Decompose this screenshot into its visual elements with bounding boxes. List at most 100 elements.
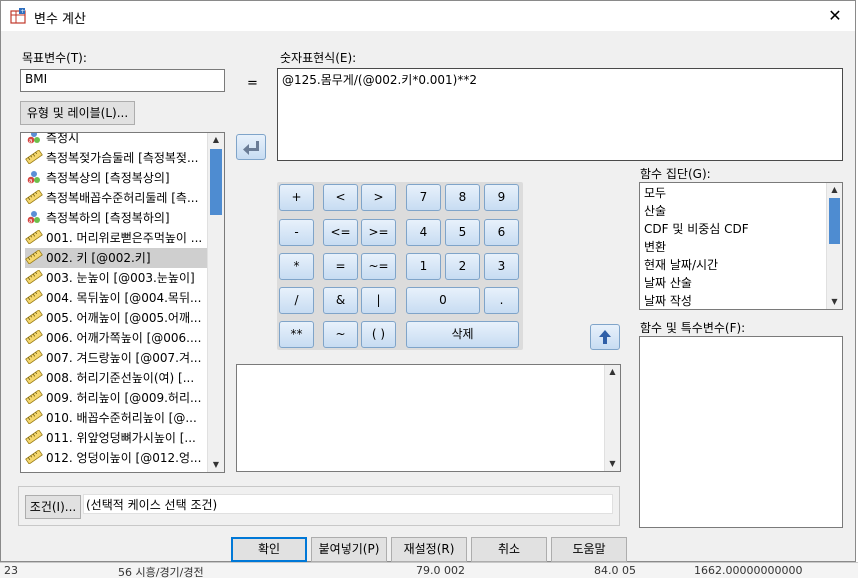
svg-text:a: a: [29, 137, 33, 144]
numeric-expression-input[interactable]: @125.몸무게/(@002.키*0.001)**2: [277, 68, 843, 161]
scroll-down-icon[interactable]: ▼: [605, 457, 620, 471]
keypad-button[interactable]: 9: [484, 184, 519, 211]
bg-cell: 79.0 002: [416, 564, 465, 577]
list-item[interactable]: 010. 배꼽수준허리높이 [@...: [25, 408, 207, 428]
move-to-expression-button[interactable]: [236, 134, 266, 160]
keypad-button[interactable]: =: [323, 253, 358, 280]
variable-list-scrollbar[interactable]: ▲ ▼: [207, 133, 224, 472]
list-item[interactable]: 008. 허리기준선높이(여) [...: [25, 368, 207, 388]
keypad-button[interactable]: 7: [406, 184, 441, 211]
variable-label: 011. 위앞엉덩뼈가시높이 [...: [46, 431, 196, 445]
keypad-button[interactable]: .: [484, 287, 519, 314]
list-item[interactable]: 변환: [644, 238, 666, 256]
keypad-button[interactable]: ( ): [361, 321, 396, 348]
keypad-button[interactable]: 1: [406, 253, 441, 280]
keypad-button[interactable]: 0: [406, 287, 480, 314]
numeric-expression-label: 숫자표현식(E):: [280, 51, 357, 65]
variable-label: 003. 눈높이 [@003.눈높이]: [46, 271, 195, 285]
cancel-button[interactable]: 취소: [471, 537, 547, 562]
keypad-button[interactable]: &: [323, 287, 358, 314]
list-item[interactable]: 측정복배꼽수준허리둘레 [측...: [25, 188, 207, 208]
list-item[interactable]: 모두: [644, 184, 666, 202]
ruler-icon: [25, 328, 46, 348]
variable-label: 002. 키 [@002.키]: [46, 251, 151, 265]
list-item[interactable]: 006. 어깨가쪽높이 [@006....: [25, 328, 207, 348]
variable-label: 측정복상의 [측정복상의]: [46, 171, 170, 185]
keypad-button[interactable]: ~=: [361, 253, 396, 280]
ok-button[interactable]: 확인: [231, 537, 307, 562]
description-scrollbar[interactable]: ▲ ▼: [604, 365, 620, 471]
paste-button[interactable]: 붙여넣기(P): [311, 537, 387, 562]
help-button[interactable]: 도움말: [551, 537, 627, 562]
keypad-button[interactable]: **: [279, 321, 314, 348]
keypad-button[interactable]: >: [361, 184, 396, 211]
reset-button[interactable]: 재설정(R): [391, 537, 467, 562]
keypad-button[interactable]: *: [279, 253, 314, 280]
ruler-icon: [25, 228, 46, 248]
variable-label: 측정복하의 [측정복하의]: [46, 211, 170, 225]
list-item[interactable]: 산술: [644, 202, 666, 220]
list-item[interactable]: 011. 위앞엉덩뼈가시높이 [...: [25, 428, 207, 448]
list-item[interactable]: 007. 겨드랑높이 [@007.겨...: [25, 348, 207, 368]
scroll-thumb[interactable]: [829, 198, 840, 244]
keypad-button[interactable]: +: [279, 184, 314, 211]
list-item[interactable]: 002. 키 [@002.키]: [25, 248, 207, 268]
function-group-list[interactable]: 모두 산술 CDF 및 비중심 CDF 변환 현재 날짜/시간 날짜 산술 날짜 작성 ▲ …: [639, 182, 843, 310]
scroll-up-icon[interactable]: ▲: [827, 183, 842, 197]
target-variable-input[interactable]: BMI: [20, 69, 225, 92]
list-item[interactable]: a 측정시: [25, 133, 207, 148]
arrow-up-icon: [599, 330, 611, 344]
scroll-up-icon[interactable]: ▲: [208, 133, 224, 147]
list-item[interactable]: CDF 및 비중심 CDF: [644, 220, 749, 238]
arrow-left-icon: [243, 141, 259, 155]
list-item[interactable]: a 측정복하의 [측정복하의]: [25, 208, 207, 228]
variable-list[interactable]: a 측정시 측정복젖가슴둘레 [측정복젖... a 측정복상의 [측정복상의] 측정복배꼽…: [20, 132, 225, 473]
keypad-button[interactable]: /: [279, 287, 314, 314]
scroll-thumb[interactable]: [210, 149, 222, 215]
keypad-button[interactable]: -: [279, 219, 314, 246]
functions-list[interactable]: [639, 336, 843, 528]
keypad-button[interactable]: 4: [406, 219, 441, 246]
type-and-label-button[interactable]: 유형 및 레이블(L)...: [20, 101, 135, 125]
bg-cell: 23: [4, 564, 18, 577]
keypad-button[interactable]: |: [361, 287, 396, 314]
scroll-up-icon[interactable]: ▲: [605, 365, 620, 379]
list-item[interactable]: 날짜 작성: [644, 292, 692, 309]
list-item[interactable]: 003. 눈높이 [@003.눈높이]: [25, 268, 207, 288]
keypad-button[interactable]: 8: [445, 184, 480, 211]
svg-text:+: +: [20, 8, 25, 15]
list-item[interactable]: 현재 날짜/시간: [644, 256, 718, 274]
equals-sign: =: [247, 76, 258, 91]
keypad-button[interactable]: 3: [484, 253, 519, 280]
ruler-icon: [25, 388, 46, 408]
variable-label: 006. 어깨가쪽높이 [@006....: [46, 331, 202, 345]
variable-label: 010. 배꼽수준허리높이 [@...: [46, 411, 197, 425]
list-item[interactable]: 측정복젖가슴둘레 [측정복젖...: [25, 148, 207, 168]
keypad-button[interactable]: 5: [445, 219, 480, 246]
list-item[interactable]: 001. 머리위로뻗은주먹높이 ...: [25, 228, 207, 248]
close-button[interactable]: ✕: [821, 4, 849, 28]
list-item[interactable]: 012. 엉덩이높이 [@012.엉...: [25, 448, 207, 468]
if-condition-button[interactable]: 조건(I)...: [25, 495, 81, 519]
function-group-scrollbar[interactable]: ▲ ▼: [826, 183, 842, 309]
list-item[interactable]: a 측정복상의 [측정복상의]: [25, 168, 207, 188]
list-item[interactable]: 004. 목뒤높이 [@004.목뒤...: [25, 288, 207, 308]
keypad-button[interactable]: 2: [445, 253, 480, 280]
bg-cell: 84.0 05: [594, 564, 636, 577]
keypad-button[interactable]: 6: [484, 219, 519, 246]
list-item[interactable]: 날짜 산술: [644, 274, 692, 292]
function-group-label: 함수 집단(G):: [640, 167, 711, 181]
list-item[interactable]: 009. 허리높이 [@009.허리...: [25, 388, 207, 408]
close-icon[interactable]: ✕: [828, 6, 841, 25]
keypad-button[interactable]: <: [323, 184, 358, 211]
keypad-button[interactable]: 삭제: [406, 321, 519, 348]
list-item[interactable]: 005. 어깨높이 [@005.어깨...: [25, 308, 207, 328]
keypad-button[interactable]: <=: [323, 219, 358, 246]
nominal-icon: a: [25, 208, 46, 228]
scroll-down-icon[interactable]: ▼: [827, 295, 842, 309]
functions-label: 함수 및 특수변수(F):: [640, 321, 746, 335]
insert-function-button[interactable]: [590, 324, 620, 350]
keypad-button[interactable]: >=: [361, 219, 396, 246]
scroll-down-icon[interactable]: ▼: [208, 458, 224, 472]
keypad-button[interactable]: ~: [323, 321, 358, 348]
